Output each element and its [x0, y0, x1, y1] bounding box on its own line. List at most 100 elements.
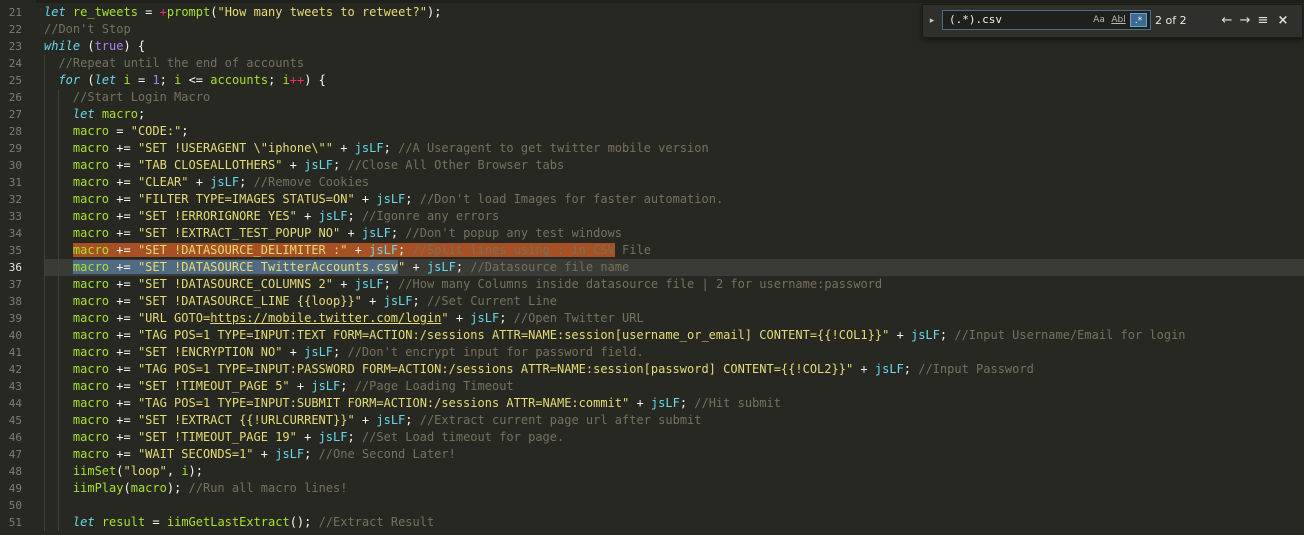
- code-token: +=: [109, 294, 138, 308]
- code-token: <=: [181, 73, 211, 87]
- code-token: +: [405, 260, 427, 274]
- code-token: );: [166, 481, 189, 495]
- code-text: macro += "FILTER TYPE=IMAGES STATUS=ON" …: [44, 191, 723, 208]
- code-text: for (let i = 1; i <= accounts; i++) {: [44, 72, 326, 89]
- match-case-icon[interactable]: Aa: [1091, 13, 1107, 27]
- code-token: +=: [109, 447, 138, 461]
- line-number: 44: [8, 397, 22, 410]
- code-token: let: [72, 515, 95, 529]
- code-token: 1: [152, 73, 160, 87]
- code-text: macro += "SET !TIMEOUT_PAGE 5" + jsLF; /…: [44, 378, 514, 395]
- code-line[interactable]: 49 iimPlay(macro); //Run all macro lines…: [0, 480, 1304, 497]
- code-line[interactable]: 43 macro += "SET !TIMEOUT_PAGE 5" + jsLF…: [0, 378, 1304, 395]
- code-line[interactable]: 39 macro += "URL GOTO=https://mobile.twi…: [0, 310, 1304, 327]
- code-token: jsLF: [426, 260, 456, 274]
- code-token: "SET !DATASOURCE_COLUMNS 2": [137, 277, 334, 291]
- code-token: ;: [405, 413, 420, 427]
- code-token: +=: [109, 362, 138, 376]
- code-line[interactable]: 31 macro += "CLEAR" + jsLF; //Remove Coo…: [0, 174, 1304, 191]
- code-token: //Don't encrypt input for password field…: [347, 345, 644, 359]
- code-line[interactable]: 32 macro += "FILTER TYPE=IMAGES STATUS=O…: [0, 191, 1304, 208]
- code-line[interactable]: 33 macro += "SET !ERRORIGNORE YES" + jsL…: [0, 208, 1304, 225]
- code-line[interactable]: 50: [0, 497, 1304, 514]
- code-token: //Close All Other Browser tabs: [347, 158, 565, 172]
- next-match-icon[interactable]: →: [1237, 12, 1253, 30]
- code-token: ;: [333, 345, 348, 359]
- code-token: "TAB CLOSEALLOTHERS": [137, 158, 283, 172]
- code-token: (: [116, 464, 124, 478]
- code-token: File: [614, 243, 651, 257]
- code-line[interactable]: 25 for (let i = 1; i <= accounts; i++) {: [0, 72, 1304, 89]
- code-token: jsLF: [874, 362, 904, 376]
- search-match: +=: [109, 260, 138, 274]
- code-token: jsLF: [210, 175, 240, 189]
- code-line[interactable]: 27 let macro;: [0, 106, 1304, 123]
- find-input[interactable]: (.*).csv Aa Abl .*: [942, 10, 1151, 30]
- code-line[interactable]: 38 macro += "SET !DATASOURCE_LINE {{loop…: [0, 293, 1304, 310]
- code-token: let: [44, 5, 66, 19]
- code-line[interactable]: 26 //Start Login Macro: [0, 89, 1304, 106]
- code-line[interactable]: 46 macro += "SET !TIMEOUT_PAGE 19" + jsL…: [0, 429, 1304, 446]
- code-token: macro: [72, 396, 110, 410]
- code-token: macro: [72, 124, 110, 138]
- code-line[interactable]: 28 macro = "CODE:";: [0, 123, 1304, 140]
- search-match: +=: [109, 243, 138, 257]
- code-token: "SET !ERRORIGNORE YES": [137, 209, 297, 223]
- code-token: iimSet: [72, 464, 117, 478]
- previous-match-icon[interactable]: ←: [1219, 12, 1235, 30]
- code-line[interactable]: 37 macro += "SET !DATASOURCE_COLUMNS 2" …: [0, 276, 1304, 293]
- code-token: //Page Loading Timeout: [354, 379, 514, 393]
- code-text: //Repeat until the end of accounts: [44, 55, 304, 72]
- code-line[interactable]: 34 macro += "SET !EXTRACT_TEST_POPUP NO"…: [0, 225, 1304, 242]
- code-token: +: [333, 277, 355, 291]
- code-token: (: [80, 39, 95, 53]
- line-number: 48: [8, 465, 22, 478]
- code-token: macro: [72, 141, 110, 155]
- line-number: 31: [8, 176, 22, 189]
- code-token: "TAG POS=1 TYPE=INPUT:TEXT FORM=ACTION:/…: [137, 328, 890, 342]
- code-text: let result = iimGetLastExtract(); //Extr…: [44, 514, 434, 531]
- code-line[interactable]: 41 macro += "SET !ENCRYPTION NO" + jsLF;…: [0, 344, 1304, 361]
- toggle-replace-icon[interactable]: ▸: [927, 14, 937, 28]
- find-in-selection-icon[interactable]: ≡: [1255, 12, 1271, 30]
- line-number: 50: [8, 499, 22, 512]
- code-line[interactable]: 48 iimSet("loop", i);: [0, 463, 1304, 480]
- code-line[interactable]: 40 macro += "TAG POS=1 TYPE=INPUT:TEXT F…: [0, 327, 1304, 344]
- whole-word-icon[interactable]: Abl: [1110, 13, 1127, 27]
- code-token: +: [188, 175, 211, 189]
- regex-icon[interactable]: .*: [1130, 13, 1147, 27]
- close-icon[interactable]: ×: [1275, 12, 1291, 30]
- line-number: 23: [8, 40, 22, 53]
- code-token: +: [296, 430, 319, 444]
- code-token: "loop": [123, 464, 167, 478]
- search-match: "SET !DATASOURCE_DELIMITER :": [137, 243, 348, 257]
- line-number: 47: [8, 448, 22, 461]
- code-token: "SET !ENCRYPTION NO": [137, 345, 283, 359]
- code-line[interactable]: 24 //Repeat until the end of accounts: [0, 55, 1304, 72]
- code-token: jsLF: [318, 209, 348, 223]
- code-token: ,: [166, 464, 182, 478]
- code-token: ) {: [304, 73, 326, 87]
- line-number: 32: [8, 193, 22, 206]
- code-token: "WAIT SECONDS=1": [137, 447, 254, 461]
- code-line[interactable]: 51 let result = iimGetLastExtract(); //E…: [0, 514, 1304, 531]
- code-line[interactable]: 42 macro += "TAG POS=1 TYPE=INPUT:PASSWO…: [0, 361, 1304, 378]
- code-token: +=: [109, 328, 138, 342]
- code-token: ;: [383, 141, 399, 155]
- code-line[interactable]: 30 macro += "TAB CLOSEALLOTHERS" + jsLF;…: [0, 157, 1304, 174]
- find-input-value: (.*).csv: [949, 13, 1002, 26]
- code-line[interactable]: 29 macro += "SET !USERAGENT \"iphone\"" …: [0, 140, 1304, 157]
- code-editor[interactable]: 21 let re_tweets = +prompt("How many twee…: [0, 0, 1304, 535]
- code-token: //Don't popup any test windows: [405, 226, 623, 240]
- code-line[interactable]: 45 macro += "SET !EXTRACT {{!URLCURRENT}…: [0, 412, 1304, 429]
- code-line[interactable]: 23 while (true) {: [0, 38, 1304, 55]
- line-number: 34: [8, 227, 22, 240]
- code-token: );: [426, 5, 442, 19]
- code-line[interactable]: 44 macro += "TAG POS=1 TYPE=INPUT:SUBMIT…: [0, 395, 1304, 412]
- code-line[interactable]: 35 macro += "SET !DATASOURCE_DELIMITER :…: [0, 242, 1304, 259]
- code-line[interactable]: 36 macro += "SET !DATASOURCE TwitterAcco…: [0, 259, 1304, 276]
- code-token: macro: [72, 413, 110, 427]
- code-text: macro += "WAIT SECONDS=1" + jsLF; //One …: [44, 446, 456, 463]
- code-token: jsLF: [304, 345, 334, 359]
- code-line[interactable]: 47 macro += "WAIT SECONDS=1" + jsLF; //O…: [0, 446, 1304, 463]
